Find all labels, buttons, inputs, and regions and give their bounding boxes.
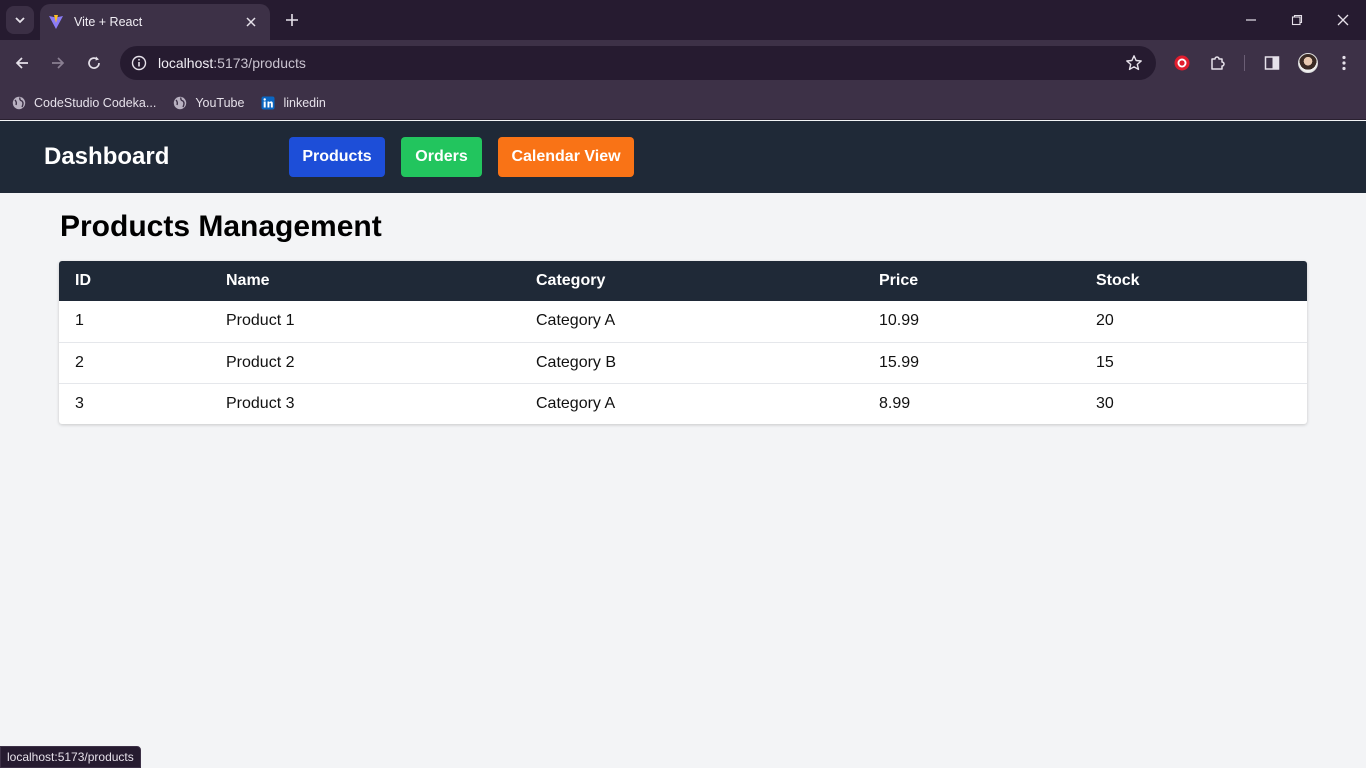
cell-id: 2 <box>59 341 210 383</box>
column-header-id: ID <box>75 272 91 289</box>
bookmark-linkedin[interactable]: linkedin <box>261 95 326 110</box>
address-bar[interactable]: localhost:5173/products <box>120 46 1156 80</box>
restore-icon <box>1291 14 1303 26</box>
bookmarks-bar: CodeStudio Codeka... YouTube linkedin <box>0 86 1366 120</box>
site-info-button[interactable] <box>128 52 150 74</box>
cell-name: Product 1 <box>226 312 295 330</box>
arrow-left-icon <box>15 57 28 69</box>
nav-products-button[interactable]: Products <box>289 137 385 177</box>
browser-menu-button[interactable] <box>1330 49 1358 77</box>
page-title: Products Management <box>60 210 382 243</box>
more-vert-icon <box>1342 55 1346 71</box>
browser-toolbar: localhost:5173/products <box>0 40 1366 86</box>
cell-stock: 15 <box>1080 341 1307 383</box>
cell-category: Category A <box>520 382 863 424</box>
cell-category: Category B <box>520 341 863 383</box>
cell-id: 3 <box>59 382 210 424</box>
puzzle-icon <box>1211 56 1225 70</box>
table-body: 1 Product 1 Category A 10.99 20 2 Produc… <box>59 301 1307 424</box>
back-button[interactable] <box>8 49 36 77</box>
vite-logo-icon <box>49 15 63 29</box>
url-path: :5173/products <box>213 55 306 71</box>
star-icon <box>1126 55 1142 71</box>
app-header: Dashboard Products Orders Calendar View <box>0 121 1366 193</box>
link-status-bubble: localhost:5173/products <box>0 746 141 768</box>
toolbar-divider <box>1244 55 1245 71</box>
table-row: 1 Product 1 Category A 10.99 20 <box>59 301 1307 342</box>
record-icon <box>1174 55 1190 71</box>
tab-close-button[interactable] <box>242 13 260 31</box>
products-table-container: ID Name Category Price Stock 1 Product 1… <box>59 261 1307 424</box>
table-row: 3 Product 3 Category A 8.99 30 <box>59 382 1307 424</box>
url-host: localhost <box>158 55 214 71</box>
chevron-down-icon <box>15 17 25 24</box>
cell-category: Category A <box>536 312 616 330</box>
forward-button[interactable] <box>44 49 72 77</box>
browser-tab-bar: Vite + React <box>0 0 1366 40</box>
app-brand: Dashboard <box>44 143 170 170</box>
products-table: ID Name Category Price Stock 1 Product 1… <box>59 261 1307 424</box>
cell-id: 1 <box>75 312 84 330</box>
linkedin-icon <box>261 96 275 110</box>
tab-title: Vite + React <box>74 15 143 29</box>
info-icon <box>131 55 147 71</box>
column-header-price: Price <box>879 272 919 289</box>
cell-stock: 20 <box>1096 312 1114 330</box>
cell-name: Product 2 <box>210 341 520 383</box>
table-header-row: ID Name Category Price Stock <box>59 261 1307 301</box>
table-row: 2 Product 2 Category B 15.99 15 <box>59 341 1307 383</box>
minimize-button[interactable] <box>1228 0 1274 40</box>
side-panel-icon <box>1264 56 1280 70</box>
cell-stock: 30 <box>1080 382 1307 424</box>
close-window-button[interactable] <box>1320 0 1366 40</box>
avatar <box>1298 53 1318 73</box>
tab-search-button[interactable] <box>6 6 34 34</box>
url-text: localhost:5173/products <box>158 55 1120 71</box>
cell-name: Product 3 <box>210 382 520 424</box>
column-header-category: Category <box>536 272 606 289</box>
reload-button[interactable] <box>80 49 108 77</box>
column-header-name: Name <box>226 272 270 289</box>
bookmark-label: YouTube <box>195 95 245 110</box>
reload-icon <box>88 56 100 69</box>
cell-price: 8.99 <box>863 382 1080 424</box>
new-tab-button[interactable] <box>280 8 304 32</box>
nav-orders-button[interactable]: Orders <box>401 137 482 177</box>
side-panel-button[interactable] <box>1258 49 1286 77</box>
bookmark-label: CodeStudio Codeka... <box>34 95 157 110</box>
nav-calendar-view-button[interactable]: Calendar View <box>498 137 634 177</box>
close-icon <box>1337 14 1349 26</box>
minimize-icon <box>1246 19 1256 21</box>
plus-icon <box>286 14 298 26</box>
globe-icon <box>12 96 26 110</box>
record-extension-button[interactable] <box>1168 49 1196 77</box>
bookmark-label: linkedin <box>283 95 326 110</box>
bookmark-youtube[interactable]: YouTube <box>173 96 244 110</box>
close-icon <box>246 17 256 27</box>
column-header-stock: Stock <box>1096 272 1140 289</box>
profile-button[interactable] <box>1294 49 1322 77</box>
globe-icon <box>173 96 187 110</box>
extensions-button[interactable] <box>1204 49 1232 77</box>
browser-tab[interactable]: Vite + React <box>40 4 270 40</box>
cell-price: 15.99 <box>863 341 1080 383</box>
bookmark-star-button[interactable] <box>1120 49 1148 77</box>
table-header: ID Name Category Price Stock <box>59 261 1307 301</box>
cell-price: 10.99 <box>879 312 920 330</box>
restore-button[interactable] <box>1274 0 1320 40</box>
bookmark-codestudio[interactable]: CodeStudio Codeka... <box>12 96 156 110</box>
arrow-right-icon <box>52 57 65 69</box>
